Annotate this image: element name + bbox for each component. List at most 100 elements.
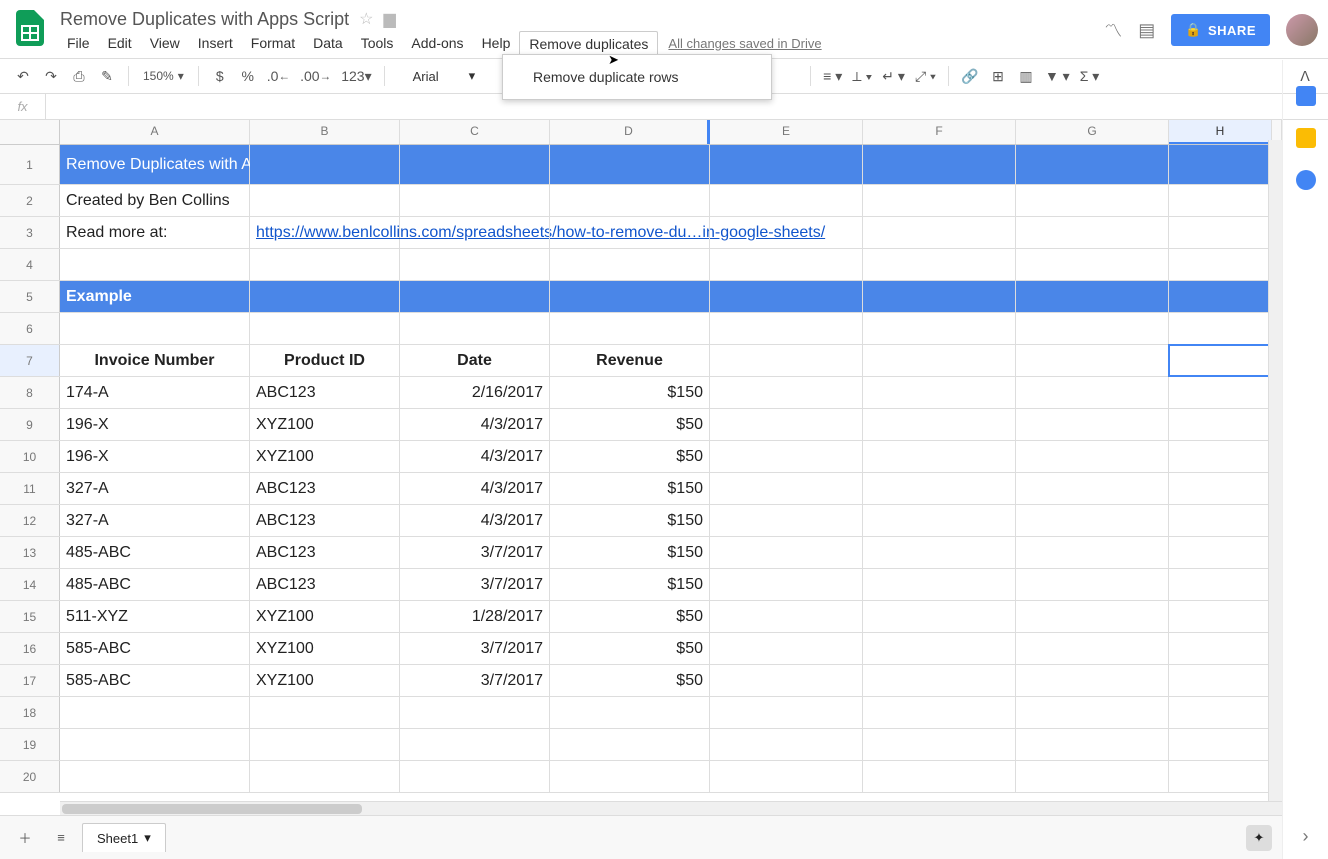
row-header[interactable]: 6 (0, 313, 60, 344)
cell[interactable]: 3/7/2017 (400, 665, 550, 696)
cell[interactable] (863, 313, 1016, 344)
cell[interactable] (863, 505, 1016, 536)
cell[interactable]: Created by Ben Collins (60, 185, 250, 216)
cell[interactable] (1169, 633, 1272, 664)
sheets-logo-icon[interactable] (10, 8, 50, 48)
decrease-decimal-button[interactable]: .0← (263, 63, 294, 89)
cell[interactable] (550, 729, 710, 760)
cell[interactable] (1169, 729, 1272, 760)
cell[interactable] (710, 697, 863, 728)
cell[interactable] (1169, 249, 1272, 280)
cell[interactable] (400, 281, 550, 312)
cell[interactable] (710, 217, 863, 248)
cell[interactable]: 485-ABC (60, 569, 250, 600)
undo-button[interactable]: ↶ (10, 63, 36, 89)
link-button[interactable]: 🔗 (957, 63, 983, 89)
cell[interactable]: 1/28/2017 (400, 601, 550, 632)
menu-file[interactable]: File (58, 31, 99, 55)
cell[interactable]: XYZ100 (250, 409, 400, 440)
cell[interactable] (1169, 505, 1272, 536)
row-header[interactable]: 1 (0, 145, 60, 184)
cell[interactable] (1169, 217, 1272, 248)
cell[interactable] (250, 185, 400, 216)
cell[interactable] (550, 281, 710, 312)
row-header[interactable]: 19 (0, 729, 60, 760)
all-sheets-button[interactable]: ≡ (46, 823, 76, 853)
cell[interactable] (400, 217, 550, 248)
zoom-select[interactable]: 150%▾ (137, 69, 190, 83)
explore-button[interactable]: ✦ (1246, 825, 1272, 851)
font-select[interactable]: Arial▾ (393, 68, 496, 84)
cell[interactable] (710, 537, 863, 568)
number-format-button[interactable]: 123 ▾ (337, 63, 375, 89)
cell[interactable]: 585-ABC (60, 665, 250, 696)
cell[interactable] (1169, 473, 1272, 504)
cell[interactable] (863, 761, 1016, 792)
cell[interactable]: Revenue (550, 345, 710, 376)
cell[interactable]: 327-A (60, 505, 250, 536)
save-status[interactable]: All changes saved in Drive (668, 36, 821, 51)
cell[interactable] (863, 217, 1016, 248)
cell[interactable] (1169, 185, 1272, 216)
cell[interactable] (1169, 761, 1272, 792)
col-header-h[interactable]: H (1169, 120, 1272, 144)
col-header-b[interactable]: B (250, 120, 400, 144)
cell[interactable]: Example (60, 281, 250, 312)
cell[interactable] (863, 249, 1016, 280)
cell[interactable] (863, 665, 1016, 696)
cell[interactable] (863, 145, 1016, 184)
cell[interactable] (1016, 313, 1169, 344)
cell[interactable]: 3/7/2017 (400, 633, 550, 664)
row-header[interactable]: 15 (0, 601, 60, 632)
cell[interactable] (400, 249, 550, 280)
cell[interactable] (550, 145, 710, 184)
row-header[interactable]: 18 (0, 697, 60, 728)
row-header[interactable]: 8 (0, 377, 60, 408)
print-button[interactable]: ⎙ (66, 63, 92, 89)
cell[interactable] (863, 441, 1016, 472)
cell[interactable]: 3/7/2017 (400, 537, 550, 568)
cell[interactable]: $150 (550, 505, 710, 536)
cell[interactable] (550, 313, 710, 344)
cell[interactable]: ABC123 (250, 377, 400, 408)
cell[interactable]: $50 (550, 409, 710, 440)
selected-cell[interactable] (1169, 345, 1272, 376)
cell[interactable] (1169, 281, 1272, 312)
cell[interactable] (1016, 505, 1169, 536)
menu-view[interactable]: View (141, 31, 189, 55)
cell[interactable] (1016, 729, 1169, 760)
wrap-button[interactable]: ↵ ▾ (878, 63, 909, 89)
cell[interactable] (863, 569, 1016, 600)
col-header-a[interactable]: A (60, 120, 250, 144)
col-header-d[interactable]: D (550, 120, 710, 144)
cell[interactable] (710, 665, 863, 696)
cell[interactable] (710, 505, 863, 536)
cell[interactable]: Product ID (250, 345, 400, 376)
col-header-c[interactable]: C (400, 120, 550, 144)
cell[interactable] (250, 313, 400, 344)
cell[interactable] (1016, 409, 1169, 440)
cell[interactable] (710, 313, 863, 344)
cell[interactable]: XYZ100 (250, 633, 400, 664)
cell[interactable] (60, 249, 250, 280)
menu-tools[interactable]: Tools (352, 31, 403, 55)
calendar-icon[interactable] (1296, 86, 1316, 106)
col-header-g[interactable]: G (1016, 120, 1169, 144)
cell[interactable] (1169, 569, 1272, 600)
cell[interactable] (863, 729, 1016, 760)
cell[interactable]: 511-XYZ (60, 601, 250, 632)
cell[interactable]: $50 (550, 633, 710, 664)
cell[interactable] (1169, 697, 1272, 728)
folder-icon[interactable]: ▆ (383, 9, 395, 29)
cell[interactable]: $50 (550, 601, 710, 632)
cell[interactable]: 4/3/2017 (400, 473, 550, 504)
cell[interactable] (710, 633, 863, 664)
cell[interactable] (1016, 217, 1169, 248)
horizontal-scrollbar[interactable] (60, 801, 1282, 815)
cell[interactable] (1016, 185, 1169, 216)
row-header[interactable]: 3 (0, 217, 60, 248)
cell[interactable] (1169, 665, 1272, 696)
cell[interactable]: 4/3/2017 (400, 505, 550, 536)
cell[interactable] (863, 633, 1016, 664)
cell[interactable] (863, 185, 1016, 216)
